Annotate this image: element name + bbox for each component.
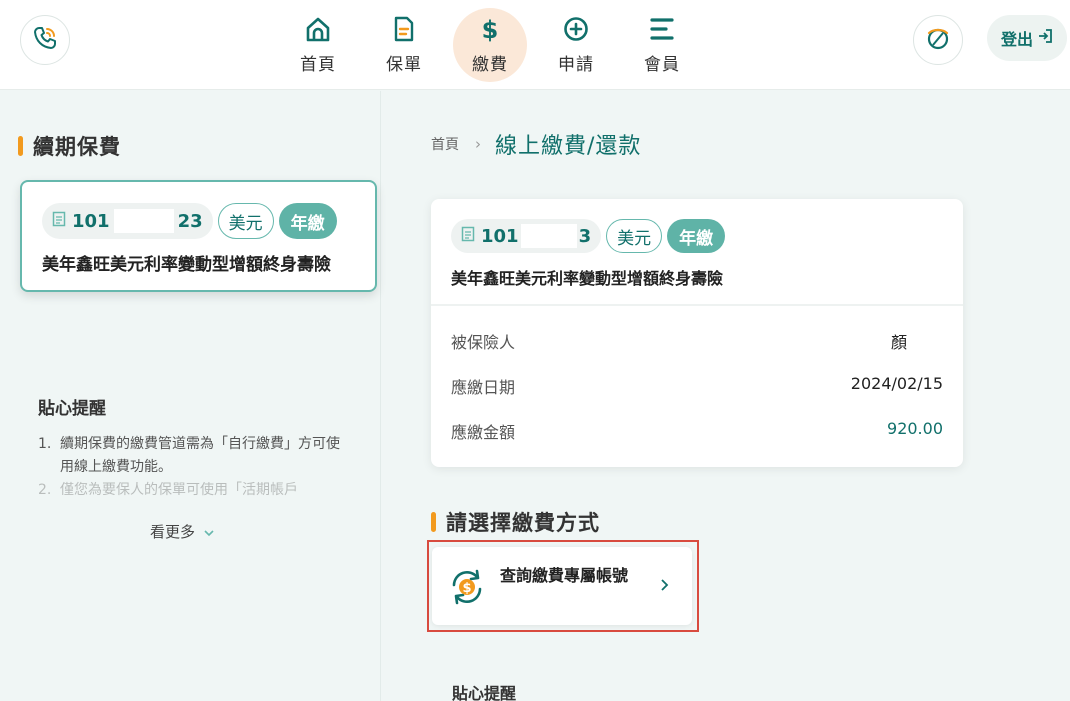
chevron-right-icon — [660, 577, 670, 597]
payment-method-label: 請選擇繳費方式 — [446, 511, 600, 535]
product-name: 美年鑫旺美元利率變動型增額終身壽險 — [42, 255, 331, 275]
nav-policy[interactable]: 保單 — [361, 5, 447, 85]
insured-value: 顏 — [890, 333, 907, 352]
payment-option-label: 查詢繳費專屬帳號 — [500, 566, 629, 585]
logout-label: 登出 — [1000, 30, 1033, 49]
payment-method-title: 請選擇繳費方式 — [431, 507, 600, 537]
reminder-list: 1. 續期保費的繳費管道需為「自行繳費」方可使用線上繳費功能。 2. 僅您為要保人的… — [38, 433, 348, 502]
menu-icon — [648, 15, 676, 48]
chat-bot-icon — [924, 24, 952, 56]
policy-tags: 101 23 美元 年繳 — [42, 203, 337, 239]
home-icon — [304, 15, 332, 48]
reminder-section: 貼心提醒 1. 續期保費的繳費管道需為「自行繳費」方可使用線上繳費功能。 2. 僅您… — [38, 394, 348, 502]
due-date-value: 2024/02/15 — [850, 374, 943, 393]
amount-due-row: 應繳金額 920.00 — [451, 419, 943, 443]
see-more-label: 看更多 — [150, 523, 196, 541]
policy-number-start: 101 — [72, 210, 110, 232]
left-panel: 續期保費 101 23 美元 年繳 美年鑫旺美元利率變動型增額終身壽險 貼心提醒… — [0, 91, 381, 701]
dollar-icon: $ — [478, 15, 502, 48]
nav-payment[interactable]: $ 繳費 — [453, 8, 527, 82]
phone-icon — [32, 25, 58, 55]
detail-policy-number-start: 101 — [481, 225, 519, 247]
plus-circle-icon — [562, 15, 590, 48]
chevron-down-icon — [203, 523, 215, 541]
due-date-row: 應繳日期 2024/02/15 — [451, 374, 943, 398]
policy-number-end: 23 — [177, 210, 203, 232]
title-accent-bar — [18, 136, 23, 156]
renewal-premium-title: 續期保費 — [18, 131, 121, 161]
nav-apply-label: 申請 — [558, 55, 594, 75]
insured-row: 被保險人 顏 — [451, 329, 943, 353]
payment-option-account[interactable]: $ 查詢繳費專屬帳號 — [432, 547, 692, 625]
detail-policy-number-end: 3 — [578, 225, 592, 247]
policy-doc-icon — [52, 211, 66, 232]
policy-doc-icon — [461, 226, 475, 247]
ai-assistant-button[interactable] — [913, 15, 963, 65]
detail-product-name: 美年鑫旺美元利率變動型增額終身壽險 — [451, 269, 724, 288]
reminder-item-number: 2. — [38, 482, 52, 498]
frequency-badge: 年繳 — [278, 203, 337, 239]
logout-button[interactable]: 登出 — [987, 15, 1067, 61]
nav-apply[interactable]: 申請 — [533, 5, 619, 85]
main-nav: 首頁 保單 $ 繳費 申請 會員 — [275, 5, 705, 85]
renewal-premium-label: 續期保費 — [33, 135, 121, 159]
currency-exchange-icon: $ — [448, 568, 486, 610]
insured-label: 被保險人 — [451, 333, 516, 352]
detail-policy-tags: 101 3 美元 年繳 — [451, 219, 726, 253]
breadcrumb: 首頁 › 線上繳費/還款 — [431, 128, 641, 160]
detail-policy-number-pill: 101 3 — [451, 219, 602, 253]
logout-icon — [1037, 28, 1053, 48]
nav-member[interactable]: 會員 — [619, 5, 705, 85]
policy-number-pill: 101 23 — [42, 203, 213, 239]
reminder-item-number: 1. — [38, 436, 52, 452]
card-divider — [431, 304, 963, 306]
amount-due-value: 920.00 — [887, 419, 943, 438]
policy-detail-card: 101 3 美元 年繳 美年鑫旺美元利率變動型增額終身壽險 被保險人 顏 應繳日… — [431, 199, 963, 467]
due-date-label: 應繳日期 — [451, 378, 516, 397]
nav-home-label: 首頁 — [300, 55, 336, 75]
svg-text:$: $ — [462, 581, 471, 596]
reminder-item-text: 續期保費的繳費管道需為「自行繳費」方可使用線上繳費功能。 — [60, 436, 340, 475]
masked-number — [113, 209, 174, 233]
nav-policy-label: 保單 — [386, 55, 422, 75]
amount-due-label: 應繳金額 — [451, 423, 516, 442]
currency-badge: 美元 — [217, 203, 274, 239]
reminder-item-text: 僅您為要保人的保單可使用「活期帳戶 — [60, 482, 298, 498]
reminder-item: 1. 續期保費的繳費管道需為「自行繳費」方可使用線上繳費功能。 — [38, 433, 348, 479]
breadcrumb-home[interactable]: 首頁 — [431, 134, 459, 154]
nav-payment-label: 繳費 — [472, 55, 508, 75]
see-more-button[interactable]: 看更多 — [150, 521, 215, 542]
reminder-title: 貼心提醒 — [38, 399, 106, 419]
nav-member-label: 會員 — [644, 55, 680, 75]
document-icon — [390, 15, 418, 48]
reminder-item: 2. 僅您為要保人的保單可使用「活期帳戶 — [38, 479, 348, 502]
reminder-title-right: 貼心提醒 — [452, 684, 517, 701]
customer-service-button[interactable] — [20, 15, 70, 65]
detail-frequency-badge: 年繳 — [667, 219, 726, 253]
masked-number — [520, 224, 577, 248]
policy-card-selected[interactable]: 101 23 美元 年繳 美年鑫旺美元利率變動型增額終身壽險 — [20, 180, 377, 292]
title-accent-bar — [431, 512, 436, 532]
page-title: 線上繳費/還款 — [495, 134, 642, 159]
nav-home[interactable]: 首頁 — [275, 5, 361, 85]
detail-currency-badge: 美元 — [606, 219, 663, 253]
svg-text:$: $ — [482, 16, 499, 43]
breadcrumb-chevron-icon: › — [475, 135, 481, 153]
top-header: 首頁 保單 $ 繳費 申請 會員 登出 — [0, 0, 1070, 90]
